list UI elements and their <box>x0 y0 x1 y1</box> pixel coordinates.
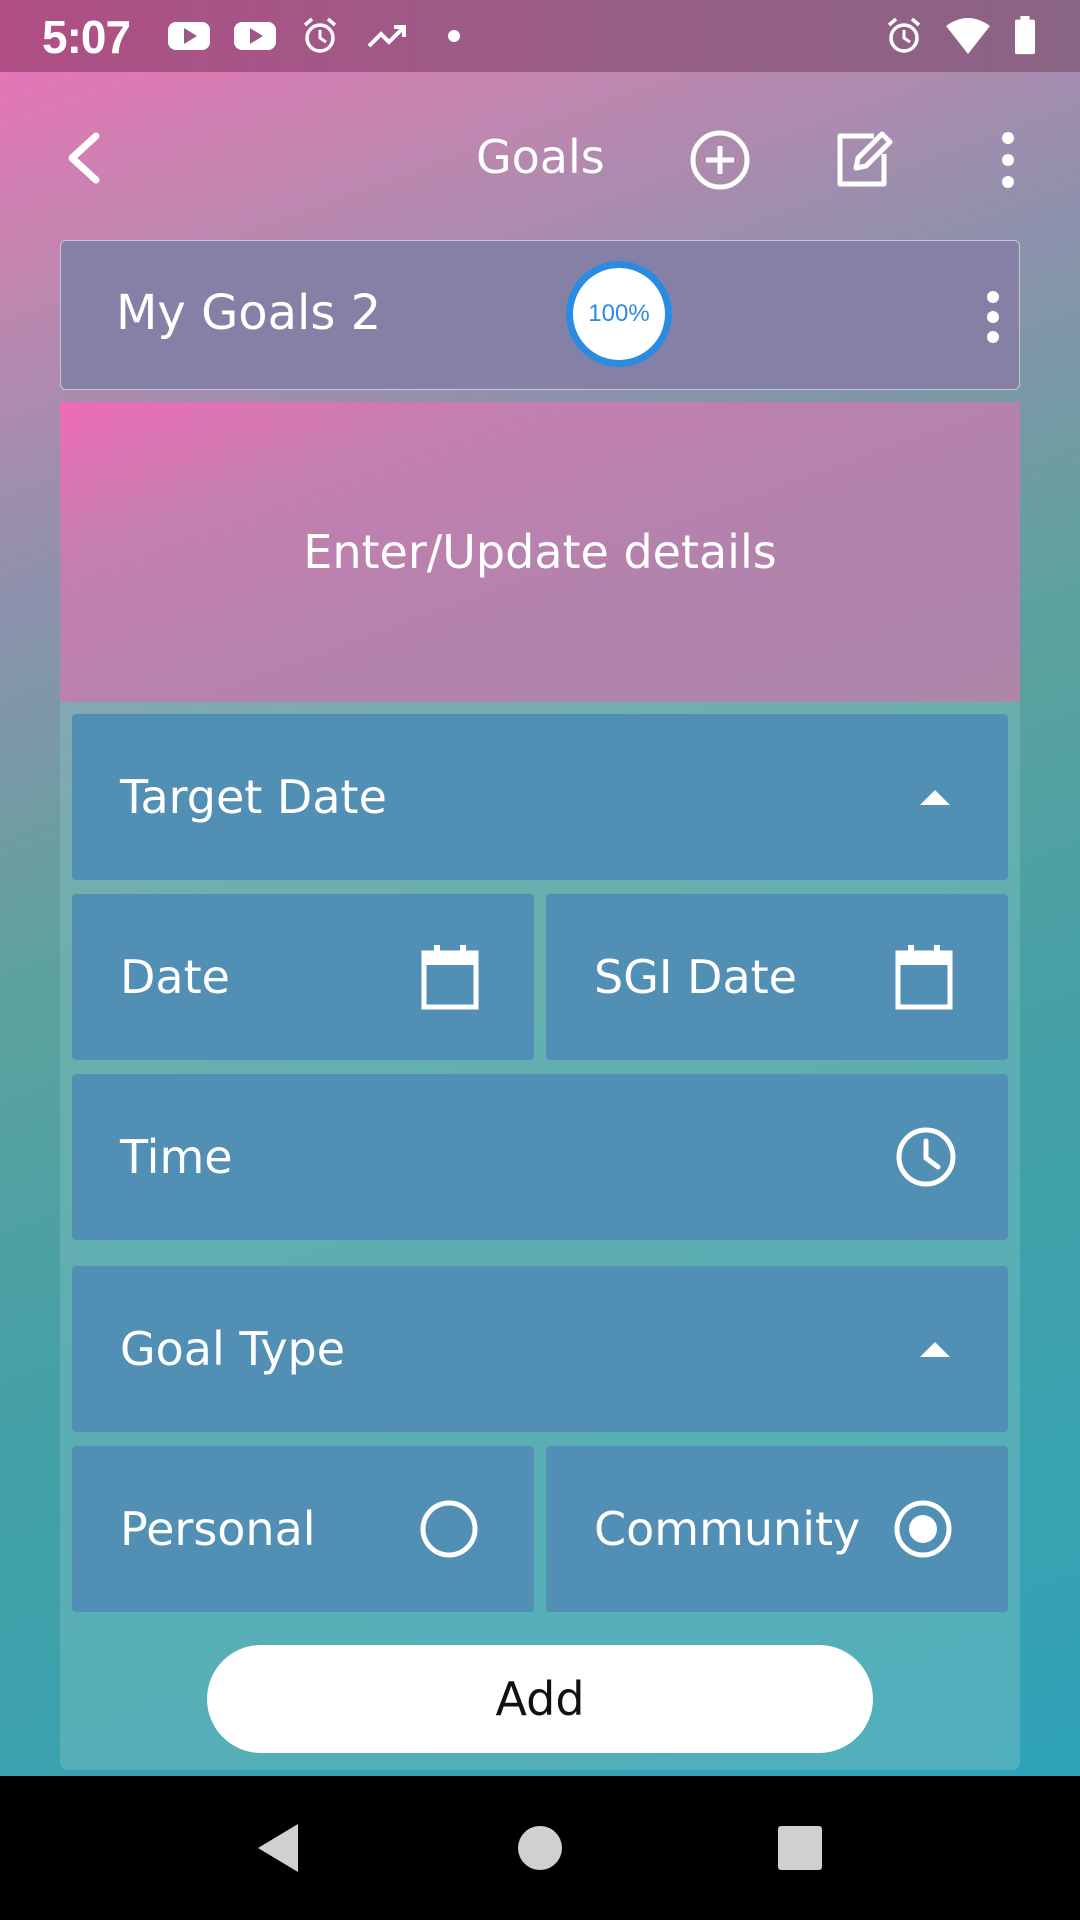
calendar-icon[interactable] <box>420 943 480 1011</box>
more-vert-icon[interactable] <box>976 128 1040 192</box>
goal-type-label: Goal Type <box>120 1322 346 1376</box>
status-bar: 5:07 <box>0 0 1080 72</box>
more-vert-icon[interactable] <box>983 289 1003 345</box>
time-label: Time <box>120 1130 233 1184</box>
add-circle-icon[interactable] <box>688 128 752 192</box>
date-label: Date <box>120 950 230 1004</box>
alarm-icon <box>887 17 921 53</box>
clock-icon[interactable] <box>894 1125 958 1189</box>
target-date-section-header[interactable]: Target Date <box>72 714 1008 880</box>
wifi-icon <box>946 18 990 54</box>
dot-icon <box>448 30 460 42</box>
goal-header-card[interactable]: My Goals 2 100% <box>60 240 1020 390</box>
details-banner-text: Enter/Update details <box>303 525 777 579</box>
community-label: Community <box>594 1502 861 1556</box>
time-field[interactable]: Time <box>72 1074 1008 1240</box>
youtube-icon <box>168 22 210 50</box>
date-field[interactable]: Date <box>72 894 534 1060</box>
toolbar-title: Goals <box>476 130 605 184</box>
back-arrow-icon[interactable] <box>58 128 114 188</box>
nav-back-icon[interactable] <box>252 1820 308 1876</box>
personal-option[interactable]: Personal <box>72 1446 534 1612</box>
battery-icon <box>1015 16 1035 55</box>
sgi-date-label: SGI Date <box>594 950 797 1004</box>
progress-indicator: 100% <box>566 261 672 367</box>
toolbar: Goals <box>0 100 1080 215</box>
app-screen: 5:07 Goals My Goals 2 100% Enter/Update … <box>0 0 1080 1776</box>
system-nav-bar <box>0 1776 1080 1920</box>
alarm-icon <box>303 17 337 53</box>
add-button[interactable]: Add <box>207 1645 873 1753</box>
sgi-date-field[interactable]: SGI Date <box>546 894 1008 1060</box>
youtube-icon <box>234 22 276 50</box>
goal-form: Target Date Date SGI Date Time Goal Type… <box>60 702 1020 1770</box>
radio-unchecked-icon[interactable] <box>418 1498 480 1560</box>
nav-recents-icon[interactable] <box>772 1820 828 1876</box>
calendar-icon[interactable] <box>894 943 954 1011</box>
status-time: 5:07 <box>42 11 131 63</box>
chevron-up-icon <box>920 790 950 805</box>
personal-label: Personal <box>120 1502 316 1556</box>
radio-checked-icon[interactable] <box>892 1498 954 1560</box>
details-banner: Enter/Update details <box>60 402 1020 702</box>
trending-icon <box>367 25 406 48</box>
nav-home-icon[interactable] <box>512 1820 568 1876</box>
goal-name: My Goals 2 <box>116 285 382 341</box>
target-date-label: Target Date <box>120 770 387 824</box>
community-option[interactable]: Community <box>546 1446 1008 1612</box>
progress-label: 100% <box>588 300 650 327</box>
chevron-up-icon <box>920 1342 950 1357</box>
goal-type-section-header[interactable]: Goal Type <box>72 1266 1008 1432</box>
edit-icon[interactable] <box>832 128 896 192</box>
